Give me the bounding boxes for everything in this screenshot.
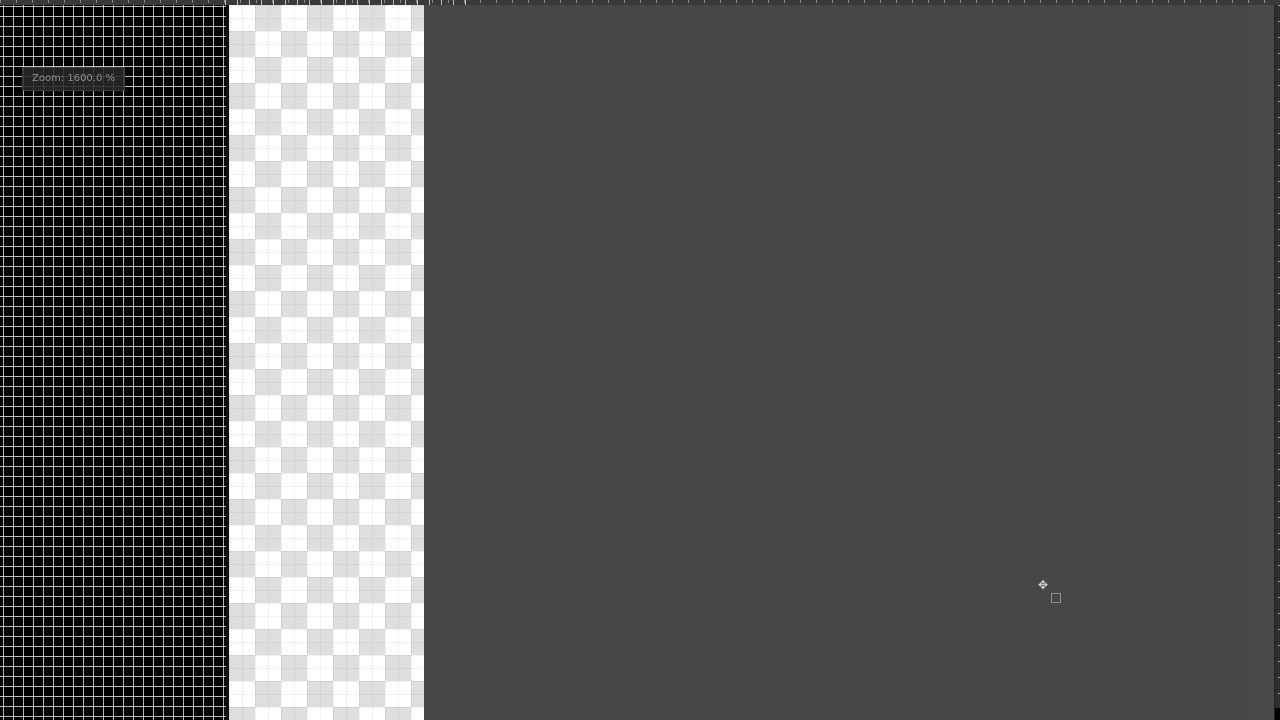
- pixel-grid-canvas[interactable]: [0, 5, 228, 720]
- chevron-right-icon[interactable]: ›: [1257, 360, 1261, 371]
- image-editor-window: Zoom: 1600.0 % › ✥: [0, 0, 1280, 720]
- right-side-panel[interactable]: ›: [1246, 5, 1275, 720]
- move-crosshair-icon: ✥: [1037, 578, 1049, 592]
- vertical-ruler[interactable]: [1274, 5, 1280, 720]
- transparency-checkerboard[interactable]: [229, 5, 424, 720]
- zoom-level-indicator: Zoom: 1600.0 %: [22, 67, 125, 91]
- canvas-workspace[interactable]: [424, 5, 1246, 720]
- cursor-selection-square-icon: [1051, 593, 1061, 603]
- ruler-corner: [1275, 708, 1280, 720]
